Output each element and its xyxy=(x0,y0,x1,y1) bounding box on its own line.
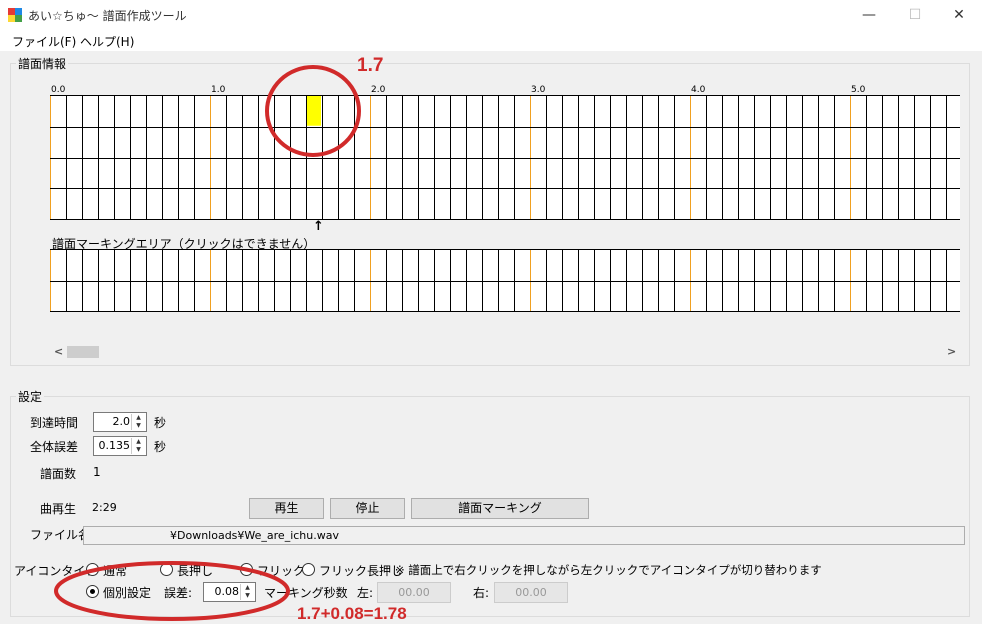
position-arrow-icon: ↑ xyxy=(313,219,324,234)
icon-type-label: アイコンタイプ xyxy=(14,564,98,578)
settings-label: 設定 xyxy=(16,388,45,405)
radio-flick-long[interactable] xyxy=(302,563,315,576)
error-label: 誤差: xyxy=(164,586,193,600)
total-error-value: 0.135 xyxy=(98,439,131,452)
marking-seconds-label: マーキング秒数 xyxy=(264,586,348,600)
play-button[interactable]: 再生 xyxy=(249,498,324,519)
menu-file[interactable]: ファイル(F) xyxy=(12,33,76,50)
close-button[interactable]: ✕ xyxy=(936,0,982,31)
chart-grid[interactable] xyxy=(50,95,960,220)
menu-help[interactable]: ヘルプ(H) xyxy=(80,33,134,50)
app-icon xyxy=(8,8,22,22)
minimize-button[interactable]: — xyxy=(846,0,892,31)
chart-count-label: 譜面数 xyxy=(40,467,77,481)
total-error-stepper[interactable]: 0.135 ▲ ▼ xyxy=(93,436,147,456)
tick-label: 3.0 xyxy=(531,85,546,95)
chart-count-value: 1 xyxy=(93,465,101,479)
radio-long-press-label[interactable]: 長押し xyxy=(177,562,213,579)
chart-marking-button[interactable]: 譜面マーキング xyxy=(411,498,589,519)
radio-flick-label[interactable]: フリック xyxy=(257,562,305,579)
tick-label: 5.0 xyxy=(851,85,866,95)
total-error-unit: 秒 xyxy=(154,440,167,454)
menu-bar xyxy=(0,31,982,51)
right-seconds-field[interactable]: 00.00 xyxy=(494,582,568,603)
stop-button[interactable]: 停止 xyxy=(330,498,405,519)
radio-long-press[interactable] xyxy=(160,563,173,576)
file-name-label: ファイル名 xyxy=(30,528,91,542)
annotation-formula: 1.7+0.08=1.78 xyxy=(297,604,407,623)
scroll-right-icon[interactable]: > xyxy=(947,345,956,358)
song-play-label: 曲再生 xyxy=(40,502,77,516)
tick-label: 2.0 xyxy=(371,85,386,95)
spin-icon[interactable]: ▲ ▼ xyxy=(131,438,145,454)
arrival-time-label: 到達時間 xyxy=(30,416,79,430)
total-error-label: 全体誤差 xyxy=(30,440,79,454)
annotation-label: 1.7 xyxy=(357,55,384,76)
spin-icon[interactable]: ▲ ▼ xyxy=(240,584,254,600)
chart-info-label: 譜面情報 xyxy=(16,55,69,72)
radio-flick[interactable] xyxy=(240,563,253,576)
icon-type-note: ※ 譜面上で右クリックを押しながら左クリックでアイコンタイプが切り替わります xyxy=(395,563,822,577)
error-value: 0.08 xyxy=(214,585,240,598)
left-seconds-field[interactable]: 00.00 xyxy=(377,582,451,603)
maximize-button[interactable]: ☐ xyxy=(892,0,938,31)
arrival-time-value: 2.0 xyxy=(112,415,131,428)
horizontal-scrollbar[interactable] xyxy=(50,345,960,360)
spin-icon[interactable]: ▲ ▼ xyxy=(131,414,145,430)
tick-label: 4.0 xyxy=(691,85,706,95)
error-stepper[interactable]: 0.08 ▲ ▼ xyxy=(203,582,256,602)
song-time: 2:29 xyxy=(92,501,117,514)
highlighted-note-cell[interactable] xyxy=(306,96,321,126)
arrival-time-unit: 秒 xyxy=(154,416,167,430)
radio-individual-setting[interactable] xyxy=(86,585,99,598)
individual-setting-label[interactable]: 個別設定 xyxy=(103,584,151,601)
right-label: 右: xyxy=(473,586,490,600)
marking-grid xyxy=(50,249,960,312)
tick-label: 1.0 xyxy=(211,85,226,95)
left-label: 左: xyxy=(357,586,374,600)
scroll-thumb[interactable] xyxy=(67,346,99,358)
radio-flick-long-label[interactable]: フリック長押し xyxy=(319,562,403,579)
file-name-field[interactable]: ¥Downloads¥We_are_ichu.wav xyxy=(83,526,965,545)
window-title: あい☆ちゅ〜 譜面作成ツール xyxy=(28,9,187,23)
file-path: ¥Downloads¥We_are_ichu.wav xyxy=(170,529,339,542)
arrival-time-stepper[interactable]: 2.0 ▲ ▼ xyxy=(93,412,147,432)
radio-normal-label[interactable]: 通常 xyxy=(103,562,127,579)
tick-label: 0.0 xyxy=(51,85,66,95)
radio-normal[interactable] xyxy=(86,563,99,576)
scroll-left-icon[interactable]: < xyxy=(54,345,63,358)
